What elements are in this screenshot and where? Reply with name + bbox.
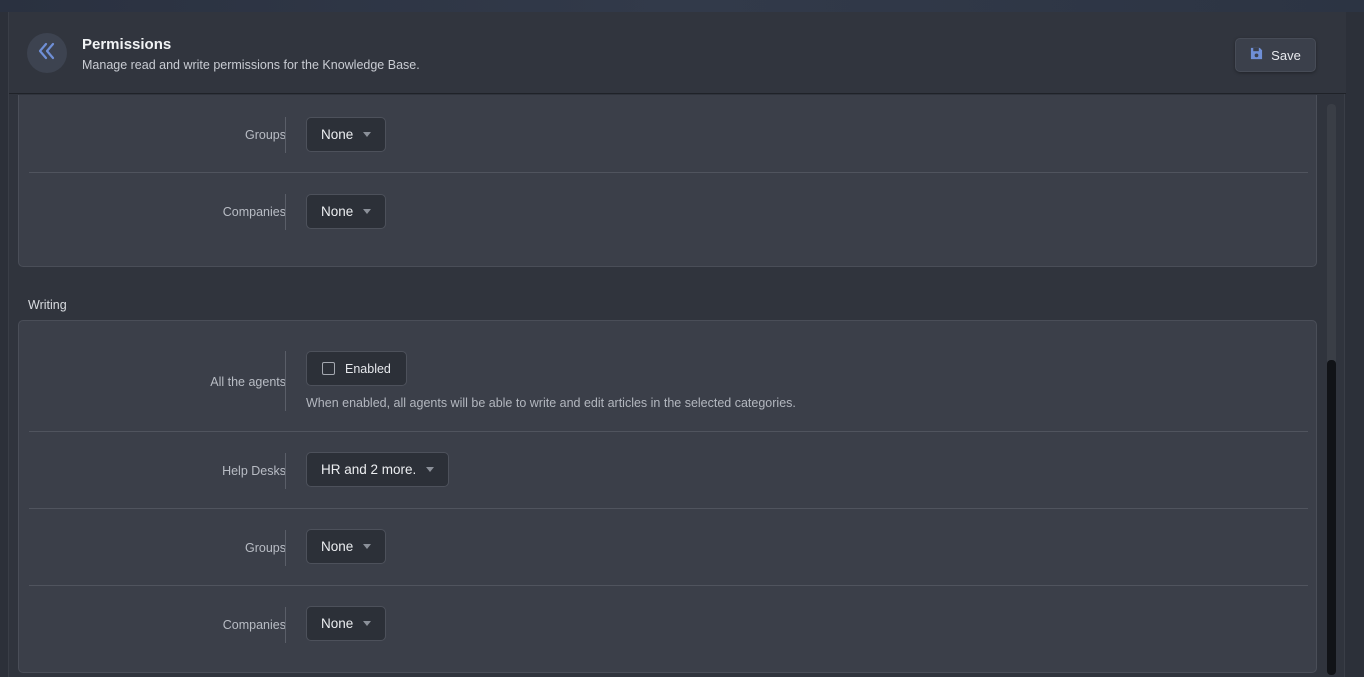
caret-down-icon [426, 467, 435, 472]
row-separator [285, 194, 286, 230]
double-chevron-left-icon [37, 42, 57, 65]
dropdown-value: None [321, 616, 354, 631]
dropdown-value: None [321, 204, 354, 219]
caret-down-icon [363, 621, 372, 626]
reading-companies-dropdown[interactable]: None [306, 194, 387, 229]
writing-companies-label: Companies [222, 618, 286, 632]
writing-card: All the agents Enabled When enabled, all… [18, 320, 1317, 673]
page-subtitle: Manage read and write permissions for th… [82, 58, 420, 72]
vertical-scrollbar[interactable] [1327, 104, 1336, 675]
caret-down-icon [363, 544, 372, 549]
dropdown-value: HR and 2 more. [321, 462, 417, 477]
writing-groups-row: Groups None [29, 509, 1308, 586]
reading-companies-label: Companies [222, 205, 286, 219]
helpdesks-label: Help Desks [222, 464, 286, 478]
scrollbar-thumb[interactable] [1327, 360, 1336, 675]
back-button[interactable] [27, 33, 67, 73]
enabled-label: Enabled [345, 361, 391, 376]
row-separator [285, 351, 286, 411]
permissions-panel: Permissions Manage read and write permis… [8, 12, 1346, 677]
row-separator [285, 117, 286, 153]
caret-down-icon [363, 132, 372, 137]
dropdown-value: None [321, 539, 354, 554]
save-button[interactable]: Save [1235, 38, 1316, 72]
caret-down-icon [363, 209, 372, 214]
writing-groups-label: Groups [245, 541, 286, 555]
writing-companies-dropdown[interactable]: None [306, 606, 387, 641]
panel-header: Permissions Manage read and write permis… [9, 12, 1346, 94]
writing-helpdesks-row: Help Desks HR and 2 more. [29, 432, 1308, 509]
row-separator [285, 453, 286, 489]
row-separator [285, 530, 286, 566]
all-agents-label: All the agents [210, 375, 286, 389]
save-button-label: Save [1271, 47, 1301, 63]
floppy-disk-icon [1250, 47, 1263, 63]
reading-groups-row: Groups None [29, 96, 1308, 173]
row-separator [285, 607, 286, 643]
writing-section-title: Writing [28, 298, 67, 312]
reading-companies-row: Companies None [29, 173, 1308, 258]
reading-groups-dropdown[interactable]: None [306, 117, 387, 152]
permissions-content: Groups None Companies None Writing All t… [9, 95, 1329, 677]
writing-groups-dropdown[interactable]: None [306, 529, 387, 564]
reading-card: Groups None Companies None [18, 95, 1317, 267]
writing-companies-row: Companies None [29, 586, 1308, 672]
window-top-strip [0, 0, 1364, 12]
all-agents-help-text: When enabled, all agents will be able to… [306, 396, 796, 410]
page-title: Permissions [82, 36, 172, 53]
dropdown-value: None [321, 127, 354, 142]
checkbox-unchecked-icon [322, 362, 335, 375]
helpdesks-dropdown[interactable]: HR and 2 more. [306, 452, 450, 487]
writing-all-agents-row: All the agents Enabled When enabled, all… [29, 321, 1308, 432]
reading-groups-label: Groups [245, 128, 286, 142]
all-agents-enabled-toggle[interactable]: Enabled [306, 351, 407, 386]
